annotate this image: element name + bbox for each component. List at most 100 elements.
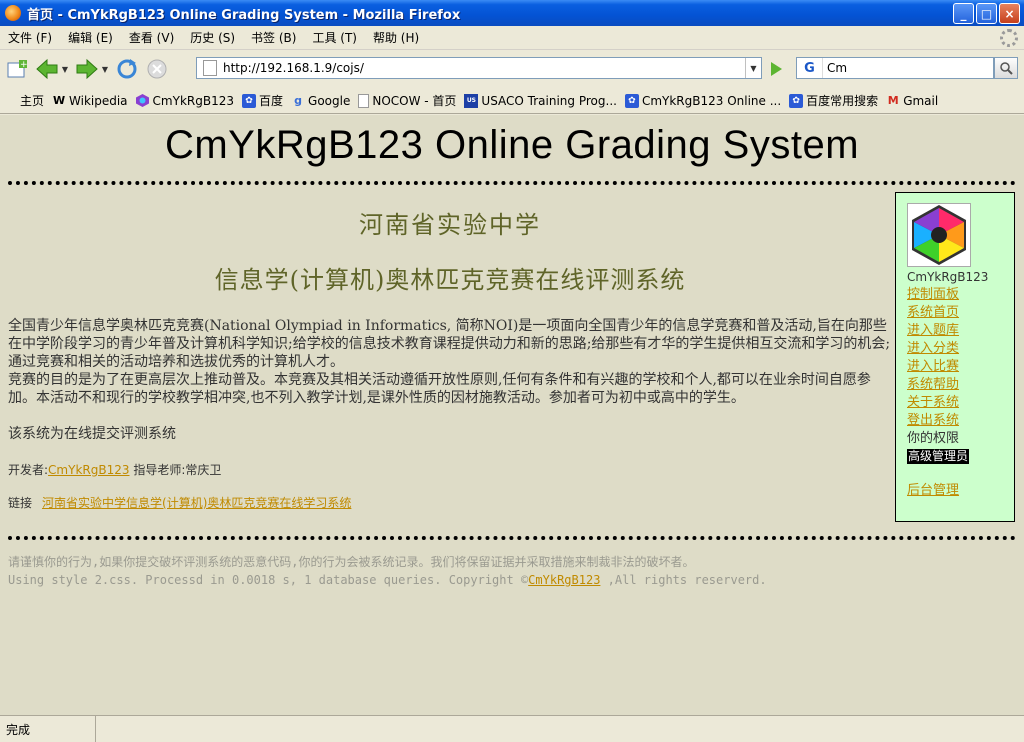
menu-help[interactable]: 帮助 (H) bbox=[365, 29, 427, 46]
page-icon bbox=[203, 60, 217, 76]
links-label: 链接 bbox=[8, 496, 33, 510]
sidebar-item-problems[interactable]: 进入题库 bbox=[907, 323, 959, 338]
bookmark-google[interactable]: g Google bbox=[291, 94, 350, 108]
status-text: 完成 bbox=[0, 716, 96, 742]
reload-icon bbox=[117, 59, 137, 79]
footer-warning: 请谨慎你的行为,如果你提交破坏评测系统的恶意代码,你的行为会被系统记录。我们将保… bbox=[8, 555, 695, 569]
sidebar-item-control-panel[interactable]: 控制面板 bbox=[907, 287, 959, 302]
bookmark-baidu[interactable]: ✿ 百度 bbox=[242, 92, 283, 109]
intro-paragraph-2: 竞赛的目的是为了在更高层次上推动普及。本竞赛及其相关活动遵循开放性原则,任何有条… bbox=[8, 372, 871, 406]
intro-text: 全国青少年信息学奥林匹克竞赛(National Olympiad in Info… bbox=[8, 317, 892, 407]
permission-badge: 高级管理员 bbox=[907, 449, 970, 464]
maximize-button[interactable]: □ bbox=[976, 3, 997, 24]
bottom-divider bbox=[8, 536, 1016, 540]
top-divider bbox=[8, 181, 1016, 185]
hexagon-logo-icon bbox=[136, 94, 150, 108]
forward-arrow-icon bbox=[76, 58, 98, 80]
hexagon-logo-icon bbox=[912, 205, 966, 265]
close-button[interactable]: × bbox=[999, 3, 1020, 24]
firefox-icon bbox=[5, 5, 21, 21]
bookmark-baidu-search[interactable]: ✿ 百度常用搜索 bbox=[789, 92, 878, 109]
menu-history[interactable]: 历史 (S) bbox=[182, 29, 243, 46]
window-titlebar[interactable]: 首页 - CmYkRgB123 Online Grading System - … bbox=[0, 0, 1024, 26]
bookmark-wikipedia[interactable]: W Wikipedia bbox=[52, 94, 128, 108]
stop-button[interactable] bbox=[144, 56, 170, 82]
forward-dropdown-icon[interactable]: ▼ bbox=[100, 65, 110, 74]
url-input[interactable] bbox=[223, 61, 743, 75]
go-arrow-icon bbox=[771, 62, 782, 76]
sidebar-item-home[interactable]: 系统首页 bbox=[907, 305, 959, 320]
page-icon bbox=[358, 93, 370, 108]
footer: 请谨慎你的行为,如果你提交破坏评测系统的恶意代码,你的行为会被系统记录。我们将保… bbox=[8, 553, 1008, 589]
footer-copyright-link[interactable]: CmYkRgB123 bbox=[528, 573, 600, 587]
back-arrow-icon bbox=[36, 58, 58, 80]
menu-bookmarks[interactable]: 书签 (B) bbox=[243, 29, 304, 46]
sidebar-item-about[interactable]: 关于系统 bbox=[907, 395, 959, 410]
new-tab-button[interactable]: + bbox=[4, 56, 30, 82]
menu-bar: 文件 (F) 编辑 (E) 查看 (V) 历史 (S) 书签 (B) 工具 (T… bbox=[0, 26, 1024, 50]
bookmark-cmykrgb123[interactable]: CmYkRgB123 bbox=[136, 94, 234, 108]
magnifier-icon bbox=[1000, 62, 1013, 75]
menu-edit[interactable]: 编辑 (E) bbox=[60, 29, 121, 46]
gmail-icon: M bbox=[887, 94, 899, 107]
url-bar[interactable]: ▼ bbox=[196, 57, 762, 79]
menu-view[interactable]: 查看 (V) bbox=[121, 29, 182, 46]
forward-button[interactable] bbox=[74, 56, 100, 82]
search-input[interactable] bbox=[823, 61, 983, 75]
user-avatar bbox=[907, 203, 971, 267]
user-sidebar: CmYkRgB123 控制面板 系统首页 进入题库 进入分类 进入比赛 系统帮助… bbox=[895, 192, 1015, 522]
throbber-icon bbox=[1000, 29, 1018, 47]
baidu-paw-icon: ✿ bbox=[242, 93, 256, 108]
navigation-toolbar: + ▼ ▼ ▼ G bbox=[0, 50, 1024, 88]
system-heading: 信息学(计算机)奥林匹克竞赛在线评测系统 bbox=[214, 266, 686, 294]
bookmarks-toolbar: 主页 W Wikipedia CmYkRgB123 ✿ 百度 g Google NOC… bbox=[0, 88, 1024, 114]
google-engine-icon[interactable]: G bbox=[797, 58, 823, 78]
footer-stats-suffix: ,All rights reserverd. bbox=[600, 573, 767, 587]
sidebar-menu: 控制面板 系统首页 进入题库 进入分类 进入比赛 系统帮助 关于系统 登出系统 … bbox=[907, 286, 1014, 500]
window-title: 首页 - CmYkRgB123 Online Grading System - … bbox=[27, 7, 461, 23]
reload-button[interactable] bbox=[114, 56, 140, 82]
bookmark-cmykrgb123-online[interactable]: ✿ CmYkRgB123 Online ... bbox=[624, 93, 781, 108]
sidebar-item-contests[interactable]: 进入比赛 bbox=[907, 359, 959, 374]
usaco-icon: US bbox=[464, 93, 479, 108]
sidebar-item-categories[interactable]: 进入分类 bbox=[907, 341, 959, 356]
bookmark-nocow[interactable]: NOCOW - 首页 bbox=[358, 92, 456, 109]
wikipedia-icon: W bbox=[52, 94, 66, 107]
footer-stats-prefix: Using style 2.css. Processd in 0.0018 s,… bbox=[8, 573, 529, 587]
minimize-button[interactable]: _ bbox=[953, 3, 974, 24]
stop-icon bbox=[147, 59, 167, 79]
site-title: CmYkRgB123 Online Grading System bbox=[164, 123, 860, 167]
developer-line: 开发者:CmYkRgB123 指导老师:常庆卫 bbox=[8, 461, 892, 478]
back-dropdown-icon[interactable]: ▼ bbox=[60, 65, 70, 74]
back-button[interactable] bbox=[34, 56, 60, 82]
svg-text:+: + bbox=[20, 60, 28, 70]
baidu-paw-icon: ✿ bbox=[624, 93, 639, 108]
footer-stats: Using style 2.css. Processd in 0.0018 s,… bbox=[8, 571, 1008, 589]
sidebar-item-logout[interactable]: 登出系统 bbox=[907, 413, 959, 428]
new-tab-icon: + bbox=[7, 60, 28, 78]
menu-file[interactable]: 文件 (F) bbox=[0, 29, 60, 46]
sidebar-item-admin[interactable]: 后台管理 bbox=[907, 483, 959, 498]
sidebar-item-help[interactable]: 系统帮助 bbox=[907, 377, 959, 392]
menu-tools[interactable]: 工具 (T) bbox=[304, 29, 365, 46]
main-column: 河南省实验中学 信息学(计算机)奥林匹克竞赛在线评测系统 全国青少年信息学奥林匹… bbox=[8, 195, 892, 511]
developer-label: 开发者: bbox=[8, 463, 49, 477]
baidu-paw-icon: ✿ bbox=[789, 93, 804, 108]
status-bar: 完成 bbox=[0, 715, 1024, 742]
online-note: 该系统为在线提交评测系统 bbox=[8, 426, 176, 442]
school-heading: 河南省实验中学 bbox=[359, 211, 541, 239]
bookmark-usaco[interactable]: US USACO Training Prog... bbox=[464, 93, 617, 108]
bookmark-gmail[interactable]: M Gmail bbox=[886, 94, 939, 108]
search-button[interactable] bbox=[994, 57, 1018, 79]
search-bar[interactable]: G bbox=[796, 57, 994, 79]
go-button[interactable] bbox=[766, 60, 786, 78]
learning-system-link[interactable]: 河南省实验中学信息学(计算机)奥林匹克竞赛在线学习系统 bbox=[42, 496, 351, 510]
intro-paragraph-1: 全国青少年信息学奥林匹克竞赛(National Olympiad in Info… bbox=[8, 318, 891, 370]
links-line: 链接 河南省实验中学信息学(计算机)奥林匹克竞赛在线学习系统 bbox=[8, 494, 892, 511]
permission-label: 你的权限 bbox=[907, 431, 960, 446]
advisor-text: 指导老师:常庆卫 bbox=[133, 463, 222, 477]
google-icon: g bbox=[294, 94, 302, 107]
bookmark-home[interactable]: 主页 bbox=[20, 92, 44, 109]
developer-link[interactable]: CmYkRgB123 bbox=[48, 463, 129, 477]
url-dropdown-icon[interactable]: ▼ bbox=[745, 58, 761, 78]
